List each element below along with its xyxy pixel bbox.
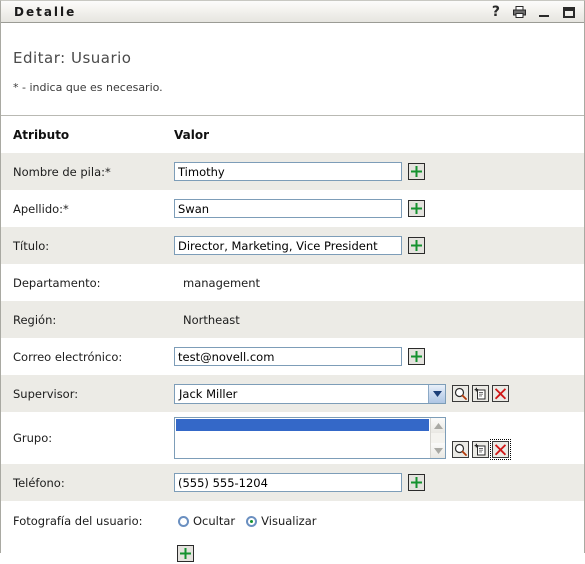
email-input[interactable]: [174, 347, 402, 366]
table-row-title: Título:: [1, 227, 584, 264]
add-last-name-button[interactable]: [408, 200, 425, 217]
group-search-button[interactable]: [452, 441, 469, 458]
column-header-value: Valor: [169, 116, 584, 153]
table-row-email: Correo electrónico:: [1, 338, 584, 375]
group-listbox[interactable]: [174, 417, 446, 459]
table-row-department: Departamento: management: [1, 264, 584, 301]
page-header: Editar: Usuario * - indica que es necesa…: [1, 23, 584, 116]
table-row-group: Grupo:: [1, 412, 584, 464]
add-first-name-button[interactable]: [408, 163, 425, 180]
label-group: Grupo:: [1, 412, 169, 464]
chevron-down-icon[interactable]: [428, 384, 445, 403]
table-row-user-photo: Fotografía del usuario: Ocultar Visualiz…: [1, 501, 584, 541]
radio-option-show[interactable]: Visualizar: [246, 514, 317, 528]
label-first-name: Nombre de pila:*: [1, 153, 169, 190]
add-email-button[interactable]: [408, 348, 425, 365]
last-name-input[interactable]: [174, 199, 402, 218]
table-row-last-name: Apellido:*: [1, 190, 584, 227]
table-row-supervisor: Supervisor: Jack Miller: [1, 375, 584, 412]
radio-show-indicator[interactable]: [246, 515, 258, 527]
radio-show-label: Visualizar: [261, 514, 317, 528]
maximize-icon[interactable]: [563, 6, 575, 18]
add-phone-button[interactable]: [408, 474, 425, 491]
required-fields-note: * - indica que es necesario.: [13, 81, 163, 94]
supervisor-history-button[interactable]: [472, 385, 489, 402]
group-history-button[interactable]: [472, 441, 489, 458]
group-listbox-scrollbar[interactable]: [430, 418, 445, 458]
label-user-photo: Fotografía del usuario:: [1, 501, 169, 541]
supervisor-selected-value: Jack Miller: [179, 386, 238, 401]
department-value: management: [183, 275, 261, 290]
group-list-item-selected[interactable]: [176, 419, 429, 431]
user-photo-radio-group: Ocultar Visualizar: [174, 514, 584, 528]
table-row-phone: Teléfono:: [1, 464, 584, 501]
label-title: Título:: [1, 227, 169, 264]
detail-window: Detalle ? Editar: Usuario * - indica que…: [0, 0, 585, 562]
label-phone: Teléfono:: [1, 464, 169, 501]
scrollbar-track[interactable]: [431, 433, 445, 443]
add-title-button[interactable]: [408, 237, 425, 254]
first-name-input[interactable]: [174, 162, 402, 181]
table-header-row: Atributo Valor: [1, 116, 584, 153]
region-value: Northeast: [183, 312, 240, 327]
label-department: Departamento:: [1, 264, 169, 301]
page-title: Editar: Usuario: [13, 49, 132, 67]
radio-option-hide[interactable]: Ocultar: [178, 514, 235, 528]
photo-add-button-row: [1, 541, 584, 562]
supervisor-delete-button[interactable]: [492, 385, 509, 402]
scroll-up-arrow-icon[interactable]: [431, 418, 445, 433]
supervisor-search-button[interactable]: [452, 385, 469, 402]
minimize-icon[interactable]: [539, 7, 550, 18]
label-last-name: Apellido:*: [1, 190, 169, 227]
add-user-photo-button[interactable]: [177, 545, 194, 562]
attribute-value-table: Atributo Valor Nombre de pila:* Timothy …: [1, 116, 584, 541]
table-row-first-name: Nombre de pila:*: [1, 153, 584, 190]
label-supervisor: Supervisor:: [1, 375, 169, 412]
column-header-attribute: Atributo: [1, 116, 169, 153]
group-delete-button[interactable]: [490, 439, 511, 460]
print-icon[interactable]: [513, 6, 526, 18]
window-controls: ?: [492, 1, 575, 23]
supervisor-select[interactable]: Jack Miller: [174, 383, 446, 404]
phone-input[interactable]: [174, 473, 402, 492]
radio-hide-indicator[interactable]: [178, 515, 189, 527]
title-input[interactable]: [174, 236, 402, 255]
label-email: Correo electrónico:: [1, 338, 169, 375]
scroll-down-arrow-icon[interactable]: [431, 443, 445, 458]
table-row-region: Región: Northeast: [1, 301, 584, 338]
window-title-bar: Detalle ?: [1, 1, 584, 23]
window-title: Detalle: [14, 4, 77, 19]
label-region: Región:: [1, 301, 169, 338]
help-icon[interactable]: ?: [492, 5, 500, 19]
radio-hide-label: Ocultar: [193, 514, 236, 528]
